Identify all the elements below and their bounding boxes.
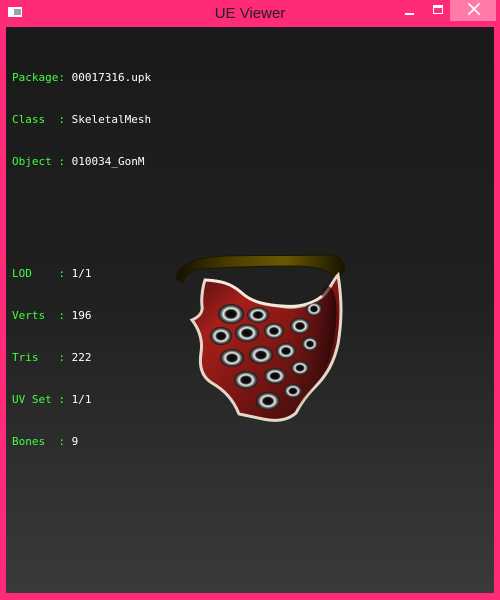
- app-icon: [8, 7, 22, 17]
- class-value: SkeletalMesh: [71, 113, 152, 126]
- bones-label: Bones :: [12, 435, 65, 448]
- lod-label: LOD :: [12, 267, 65, 280]
- uvset-label: UV Set :: [12, 393, 65, 406]
- class-row: Class : SkeletalMesh: [12, 113, 151, 127]
- verts-value: 196: [71, 309, 92, 322]
- uvset-value: 1/1: [71, 393, 92, 406]
- ue-viewer-window: UE Viewer Package: 00017316.upk Class : …: [0, 0, 500, 600]
- lod-row: LOD : 1/1: [12, 267, 151, 281]
- mesh-info-panel: Package: 00017316.upk Class : SkeletalMe…: [12, 43, 151, 477]
- mesh-viewport[interactable]: Package: 00017316.upk Class : SkeletalMe…: [6, 27, 494, 593]
- verts-label: Verts :: [12, 309, 65, 322]
- class-label: Class :: [12, 113, 65, 126]
- minimize-button[interactable]: [396, 0, 424, 21]
- mask-strap: [175, 254, 345, 284]
- skeletal-mesh-preview[interactable]: [164, 225, 359, 440]
- package-row: Package: 00017316.upk: [12, 71, 151, 85]
- minimize-icon: [405, 13, 414, 15]
- close-button[interactable]: [450, 0, 496, 21]
- tris-label: Tris :: [12, 351, 65, 364]
- uvset-row: UV Set : 1/1: [12, 393, 151, 407]
- close-icon: [467, 2, 481, 16]
- package-label: Package:: [12, 71, 65, 84]
- bones-value: 9: [71, 435, 79, 448]
- object-label: Object :: [12, 155, 65, 168]
- object-value: 010034_GonM: [71, 155, 145, 168]
- title-bar[interactable]: UE Viewer: [0, 0, 500, 27]
- tris-value: 222: [71, 351, 92, 364]
- maximize-icon: [433, 5, 443, 14]
- mask-mesh-illustration: [175, 254, 345, 422]
- bones-row: Bones : 9: [12, 435, 151, 449]
- maximize-button[interactable]: [424, 0, 452, 21]
- tris-row: Tris : 222: [12, 351, 151, 365]
- package-value: 00017316.upk: [71, 71, 152, 84]
- verts-row: Verts : 196: [12, 309, 151, 323]
- object-row: Object : 010034_GonM: [12, 155, 151, 169]
- lod-value: 1/1: [71, 267, 92, 280]
